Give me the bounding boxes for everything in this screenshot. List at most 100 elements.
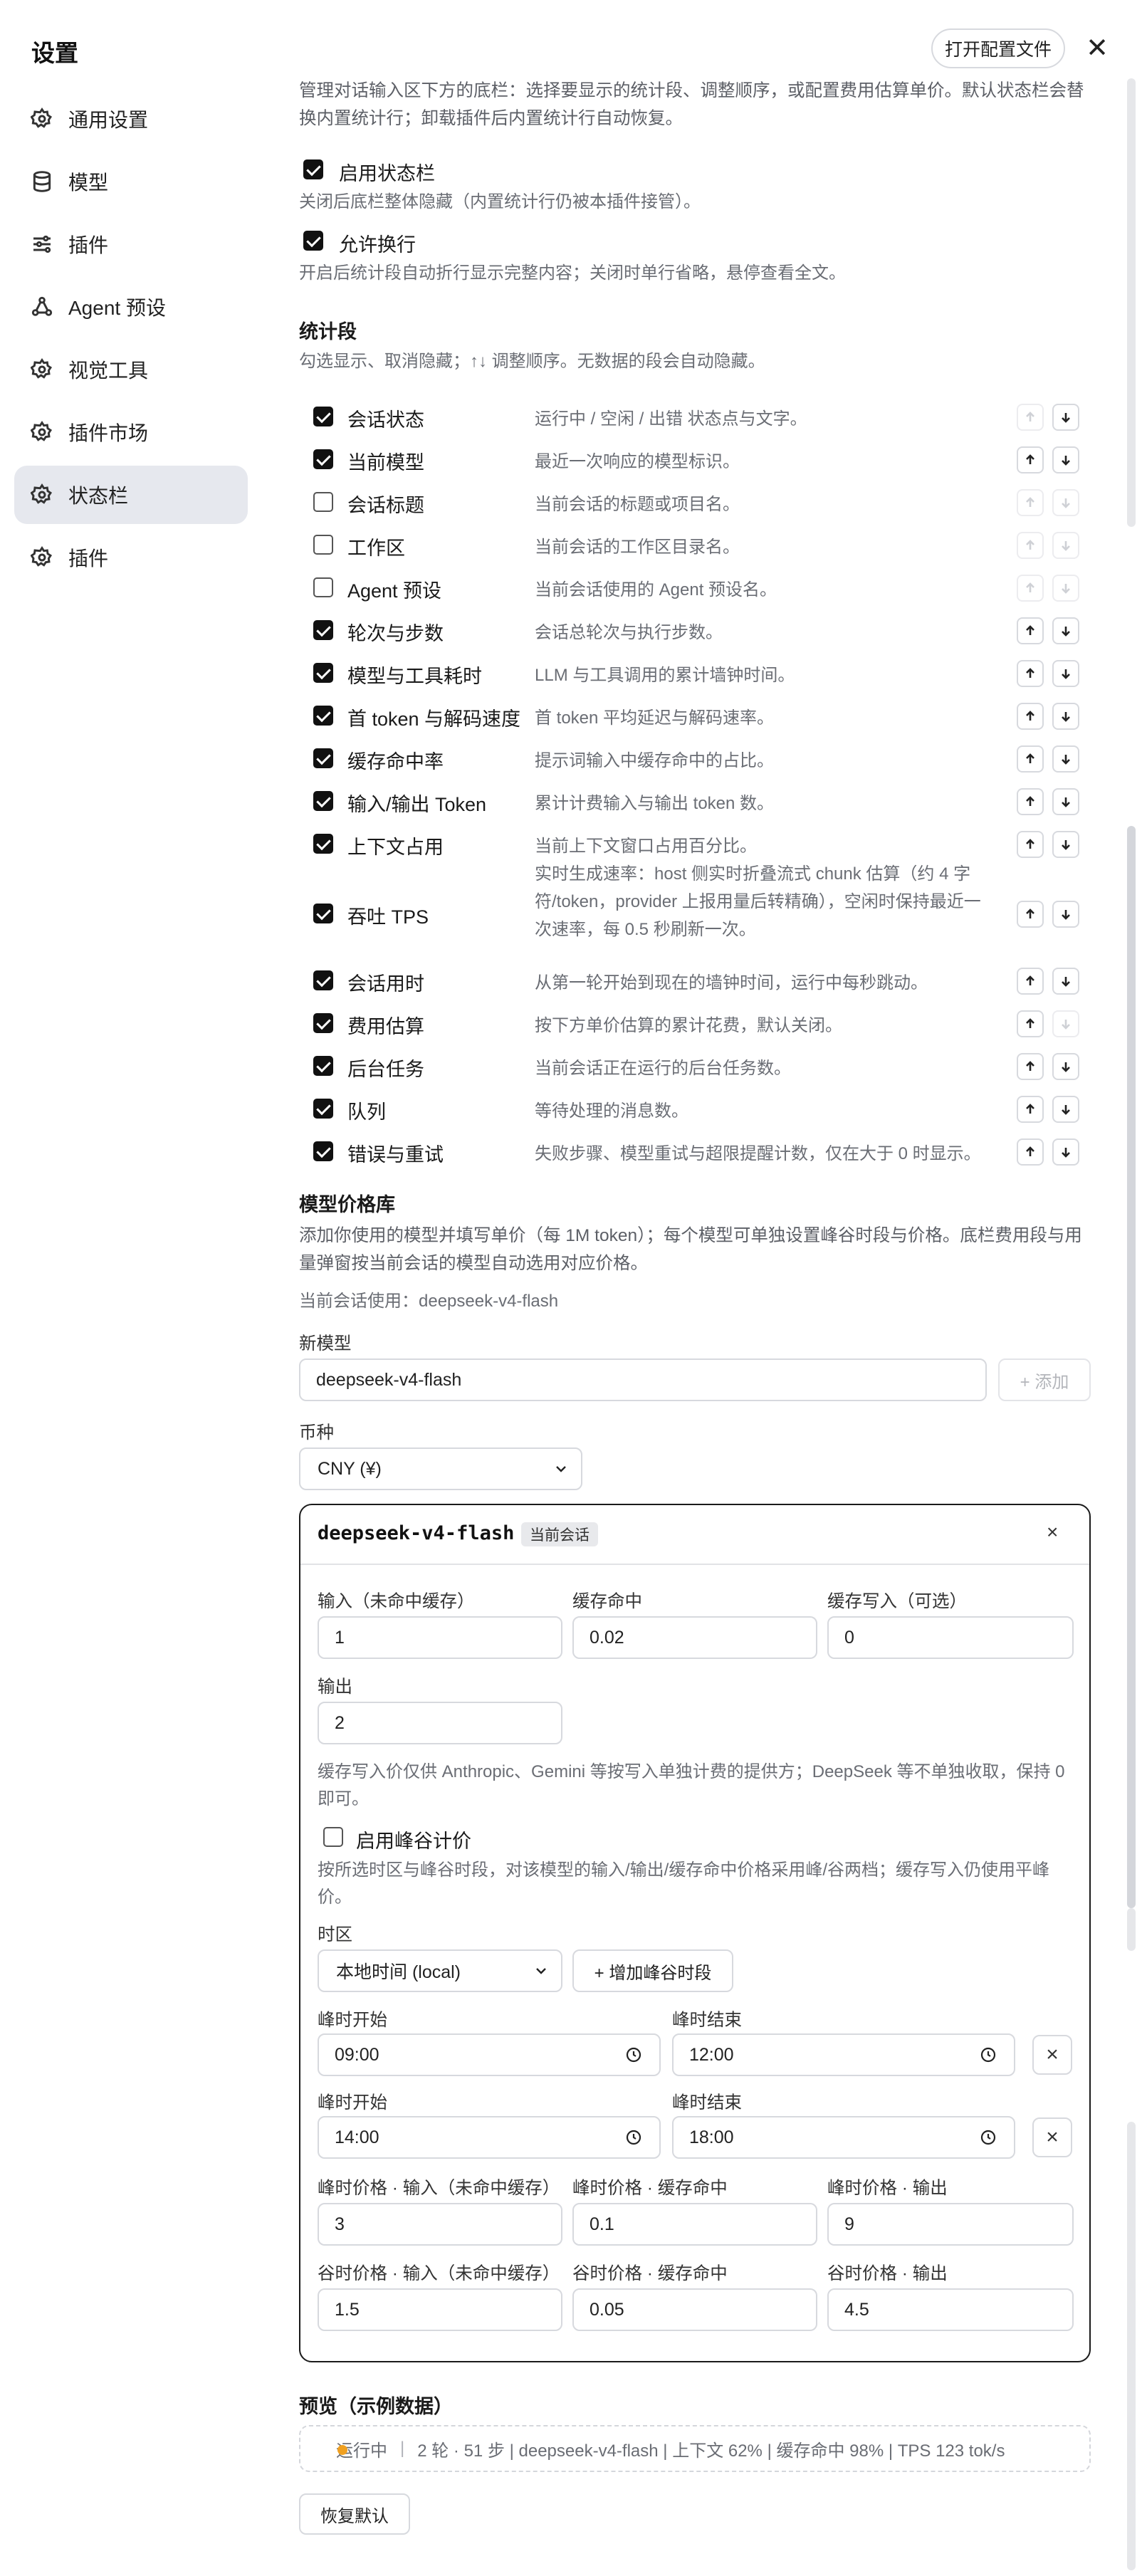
move-down-button[interactable] (1052, 1096, 1079, 1123)
segment-checkbox[interactable] (313, 970, 333, 990)
move-up-button[interactable] (1017, 660, 1044, 687)
remove-period-button[interactable]: × (1032, 2035, 1072, 2075)
peak-input-label: 峰时价格 · 输入（未命中缓存） (318, 2179, 560, 2198)
move-up-button[interactable] (1017, 901, 1044, 928)
move-up-button[interactable] (1017, 489, 1044, 516)
close-icon[interactable]: ✕ (1085, 34, 1109, 63)
move-down-button[interactable] (1052, 831, 1079, 858)
segment-checkbox[interactable] (313, 663, 333, 683)
move-down-button[interactable] (1052, 575, 1079, 602)
move-down-button[interactable] (1052, 703, 1079, 730)
move-down-button[interactable] (1052, 968, 1079, 995)
segment-checkbox[interactable] (313, 407, 333, 426)
move-down-button[interactable] (1052, 617, 1079, 644)
segment-checkbox[interactable] (313, 492, 333, 512)
move-up-button[interactable] (1017, 617, 1044, 644)
move-down-button[interactable] (1052, 489, 1079, 516)
input-price-field[interactable]: 1 (318, 1616, 562, 1659)
peak-start-input[interactable]: 14:00 (318, 2116, 661, 2159)
open-config-button[interactable]: 打开配置文件 (931, 28, 1065, 68)
peak-cache-field[interactable]: 0.1 (572, 2203, 817, 2246)
off-peak-cache-field[interactable]: 0.05 (572, 2288, 817, 2331)
move-down-button[interactable] (1052, 901, 1079, 928)
segment-checkbox[interactable] (313, 535, 333, 555)
move-down-button[interactable] (1052, 1053, 1079, 1080)
segment-checkbox[interactable] (313, 1056, 333, 1076)
sidebar-item-vision-tools[interactable]: 视觉工具 (14, 340, 248, 399)
segment-checkbox[interactable] (313, 904, 333, 923)
sidebar-item-statusbar[interactable]: 状态栏 (14, 466, 248, 524)
status-dot (337, 2445, 347, 2455)
peak-end-label: 峰时结束 (672, 2011, 742, 2030)
sidebar-item-models[interactable]: 模型 (14, 152, 248, 211)
segment-checkbox[interactable] (313, 1141, 333, 1161)
move-down-button[interactable] (1052, 1010, 1079, 1037)
move-up-button[interactable] (1017, 404, 1044, 431)
peak-end-input[interactable]: 18:00 (672, 2116, 1015, 2159)
move-down-button[interactable] (1052, 1138, 1079, 1166)
move-up-button[interactable] (1017, 1010, 1044, 1037)
remove-model-button[interactable]: × (1047, 1521, 1058, 1544)
off-peak-output-field[interactable]: 4.5 (827, 2288, 1074, 2331)
new-model-label: 新模型 (299, 1334, 352, 1354)
enable-statusbar-checkbox[interactable] (303, 159, 323, 179)
peak-output-field[interactable]: 9 (827, 2203, 1074, 2246)
move-up-button[interactable] (1017, 1053, 1044, 1080)
segment-description: 按下方单价估算的累计花费，默认关闭。 (535, 1016, 842, 1035)
move-up-button[interactable] (1017, 575, 1044, 602)
move-up-button[interactable] (1017, 703, 1044, 730)
segment-checkbox[interactable] (313, 748, 333, 768)
sidebar-item-plugin-market[interactable]: 插件市场 (14, 403, 248, 461)
currency-select[interactable]: CNY (¥) (299, 1447, 582, 1490)
segment-checkbox[interactable] (313, 1013, 333, 1033)
segment-checkbox[interactable] (313, 706, 333, 726)
scrollbar-segment (1127, 1908, 1136, 1951)
peak-end-input[interactable]: 12:00 (672, 2033, 1015, 2076)
move-down-button[interactable] (1052, 745, 1079, 773)
timezone-select[interactable]: 本地时间 (local) (318, 1949, 562, 1992)
move-up-button[interactable] (1017, 1096, 1044, 1123)
sidebar-item-label: 视觉工具 (68, 360, 149, 382)
move-up-button[interactable] (1017, 745, 1044, 773)
remove-period-button[interactable]: × (1032, 2117, 1072, 2157)
sidebar-item-general[interactable]: 通用设置 (14, 90, 248, 148)
off-peak-input-field[interactable]: 1.5 (318, 2288, 562, 2331)
segment-checkbox[interactable] (313, 449, 333, 469)
allow-wrap-checkbox[interactable] (303, 231, 323, 251)
move-up-button[interactable] (1017, 446, 1044, 473)
move-down-button[interactable] (1052, 788, 1079, 815)
segment-description: 运行中 / 空闲 / 出错 状态点与文字。 (535, 409, 807, 429)
sidebar-item-plugins[interactable]: 插件 (14, 215, 248, 273)
new-model-input[interactable]: deepseek-v4-flash (299, 1358, 987, 1401)
peak-pricing-checkbox[interactable] (323, 1827, 343, 1847)
statusbar-preview: 运行中 | 2 轮 · 51 步 | deepseek-v4-flash | 上… (299, 2425, 1091, 2472)
move-up-button[interactable] (1017, 831, 1044, 858)
segment-label: 错误与重试 (347, 1144, 444, 1166)
move-down-button[interactable] (1052, 532, 1079, 559)
peak-start-input[interactable]: 09:00 (318, 2033, 661, 2076)
move-up-button[interactable] (1017, 968, 1044, 995)
add-peak-period-button[interactable]: + 增加峰谷时段 (572, 1949, 733, 1992)
add-model-button[interactable]: + 添加 (998, 1358, 1091, 1401)
move-up-button[interactable] (1017, 788, 1044, 815)
move-up-button[interactable] (1017, 532, 1044, 559)
move-down-button[interactable] (1052, 660, 1079, 687)
move-up-button[interactable] (1017, 1138, 1044, 1166)
cache-hit-field[interactable]: 0.02 (572, 1616, 817, 1659)
segment-description: 从第一轮开始到现在的墙钟时间，运行中每秒跳动。 (535, 973, 928, 993)
segment-checkbox[interactable] (313, 834, 333, 854)
cache-write-field[interactable]: 0 (827, 1616, 1074, 1659)
segment-checkbox[interactable] (313, 1099, 333, 1119)
segment-checkbox[interactable] (313, 577, 333, 597)
sidebar-item-plugins-2[interactable]: 插件 (14, 528, 248, 587)
segment-checkbox[interactable] (313, 791, 333, 811)
sidebar-item-agent-presets[interactable]: Agent 预设 (14, 278, 248, 336)
scrollbar-thumb[interactable] (1127, 826, 1136, 1908)
segment-description: 首 token 平均延迟与解码速率。 (535, 708, 775, 728)
move-down-button[interactable] (1052, 446, 1079, 473)
output-price-field[interactable]: 2 (318, 1702, 562, 1744)
segment-checkbox[interactable] (313, 620, 333, 640)
move-down-button[interactable] (1052, 404, 1079, 431)
peak-input-field[interactable]: 3 (318, 2203, 562, 2246)
reset-defaults-button[interactable]: 恢复默认 (299, 2493, 410, 2535)
